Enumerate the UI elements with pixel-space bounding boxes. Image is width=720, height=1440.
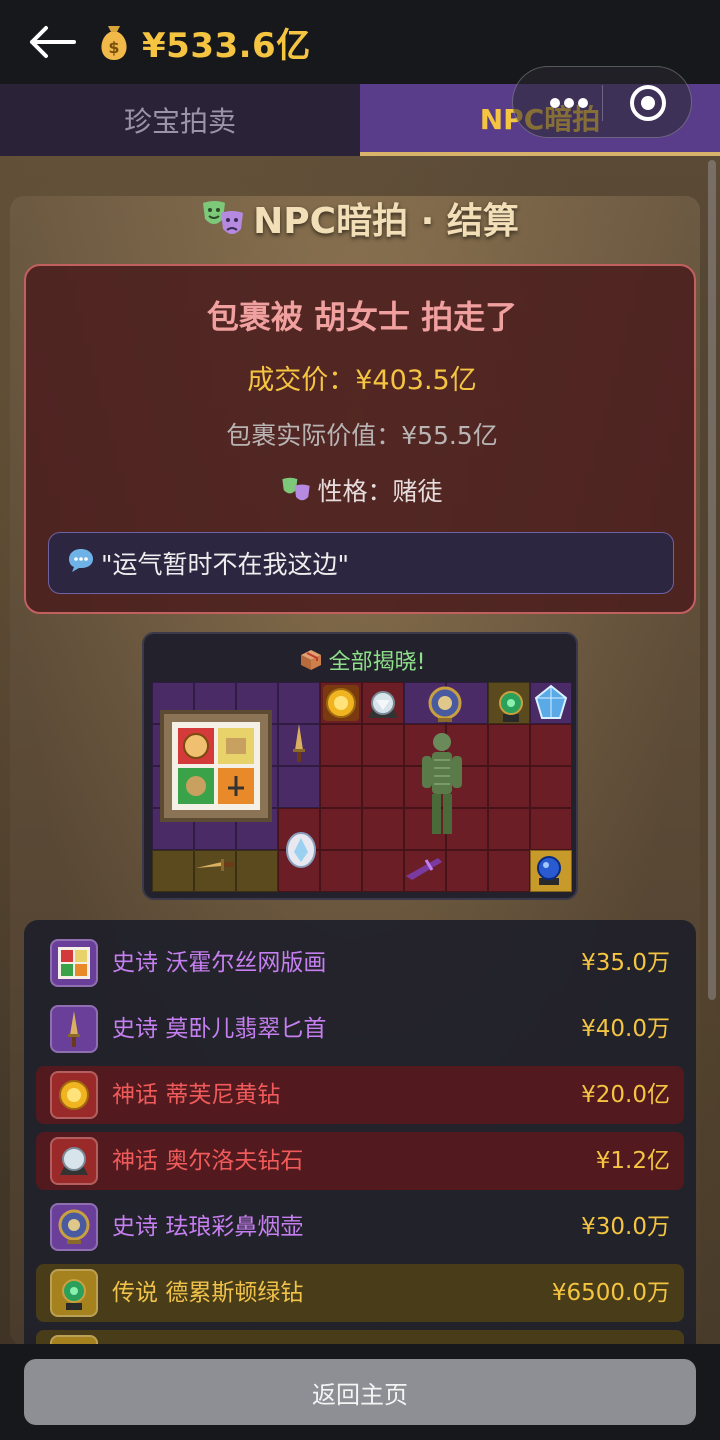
list-item[interactable]: 传说 德累斯顿绿钻 ¥6500.0万 xyxy=(36,1264,684,1322)
item-name: 神话 蒂芙尼黄钻 xyxy=(112,1082,281,1108)
item-price: ¥20.0亿 xyxy=(581,1082,670,1108)
item-price: ¥35.0万 xyxy=(581,950,670,976)
list-item[interactable]: 神话 蒂芙尼黄钻 ¥20.0亿 xyxy=(36,1066,684,1124)
list-item[interactable]: 史诗 珐琅彩鼻烟壶 ¥30.0万 xyxy=(36,1198,684,1256)
npc-quote-box: "运气暂时不在我这边" xyxy=(48,532,674,594)
green-diamond-item[interactable] xyxy=(494,686,528,724)
settlement-title-text: NPC暗拍 · 结算 xyxy=(253,201,519,242)
list-item[interactable]: 史诗 沃霍尔丝网版画 ¥35.0万 xyxy=(36,934,684,992)
item-price: ¥1.2亿 xyxy=(595,1148,670,1174)
settlement-scroll-area[interactable]: NPC暗拍 · 结算 包裹被 胡女士 拍走了 成交价：¥403.5亿 包裹实际价… xyxy=(0,156,720,1344)
npc-quote: "运气暂时不在我这边" xyxy=(101,550,349,579)
scrollbar[interactable] xyxy=(708,160,716,1000)
back-button[interactable] xyxy=(24,22,80,62)
winner-text: 包裹被 胡女士 拍走了 xyxy=(206,298,518,336)
auction-result-panel: 包裹被 胡女士 拍走了 成交价：¥403.5亿 包裹实际价值：¥55.5亿 性格… xyxy=(24,264,696,614)
money-bag-icon: $ xyxy=(96,22,132,62)
personality-text: 性格：赌徒 xyxy=(317,477,443,506)
item-name: 史诗 莫卧儿翡翠匕首 xyxy=(112,1016,327,1042)
sapphire-item[interactable] xyxy=(530,850,568,888)
balance-value: ¥533.6亿 xyxy=(142,26,311,66)
speech-bubble-icon xyxy=(67,547,95,579)
npc-personality: 性格：赌徒 xyxy=(26,472,698,510)
item-name: 传说 德累斯顿绿钻 xyxy=(112,1280,304,1306)
yellow-diamond-item[interactable] xyxy=(322,684,360,722)
item-list-panel[interactable]: 史诗 沃霍尔丝网版画 ¥35.0万 史诗 莫卧儿翡翠匕首 ¥40.0万 神话 蒂… xyxy=(24,920,696,1344)
blue-crystal-item[interactable] xyxy=(532,684,570,722)
item-name: 史诗 珐琅彩鼻烟壶 xyxy=(112,1214,304,1240)
package-real-value: 包裹实际价值：¥55.5亿 xyxy=(226,421,498,450)
green-diamond-icon xyxy=(50,1269,98,1317)
snuff-bottle-item[interactable] xyxy=(426,684,464,724)
package-grid-panel: 全部揭晓! xyxy=(142,632,578,900)
return-home-button[interactable]: 返回主页 xyxy=(24,1359,696,1425)
miniprogram-capsule xyxy=(512,66,692,138)
theater-masks-icon xyxy=(281,476,311,510)
deal-price: 成交价：¥403.5亿 xyxy=(247,365,477,396)
reveal-title: 全部揭晓! xyxy=(144,644,580,678)
dagger-icon xyxy=(50,1005,98,1053)
silkscreen-print-icon xyxy=(50,939,98,987)
package-box-icon xyxy=(299,648,323,678)
silkscreen-print-item[interactable] xyxy=(160,710,272,822)
orlov-diamond-icon xyxy=(50,1137,98,1185)
list-item[interactable]: 史诗 莫卧儿翡翠匕首 ¥40.0万 xyxy=(36,1000,684,1058)
theater-masks-icon xyxy=(201,199,245,248)
orlov-diamond-item[interactable] xyxy=(364,688,402,722)
target-circle-icon[interactable] xyxy=(629,84,667,122)
capsule-divider xyxy=(602,85,603,121)
terracotta-warrior-item[interactable] xyxy=(414,730,470,842)
small-dagger-item[interactable] xyxy=(194,856,236,874)
item-price: ¥30.0万 xyxy=(581,1214,670,1240)
list-item[interactable]: 神话 奥尔洛夫钻石 ¥1.2亿 xyxy=(36,1132,684,1190)
item-price: ¥6500.0万 xyxy=(551,1280,670,1306)
arrow-left-icon xyxy=(30,26,76,58)
item-name: 神话 奥尔洛夫钻石 xyxy=(112,1148,304,1174)
snuff-bottle-icon xyxy=(50,1203,98,1251)
reveal-title-text: 全部揭晓! xyxy=(328,650,426,675)
yellow-diamond-icon xyxy=(50,1071,98,1119)
svg-text:$: $ xyxy=(108,38,119,57)
purple-relic-item[interactable] xyxy=(402,852,446,882)
enamel-medallion-item[interactable] xyxy=(284,830,318,870)
emerald-dagger-item[interactable] xyxy=(289,722,309,764)
list-item[interactable] xyxy=(36,1330,684,1344)
tab-treasure-auction[interactable]: 珍宝拍卖 xyxy=(0,84,360,156)
item-name: 史诗 沃霍尔丝网版画 xyxy=(112,950,327,976)
more-dots-icon[interactable] xyxy=(549,91,589,115)
bottom-bar: 返回主页 xyxy=(0,1344,720,1440)
item-price: ¥40.0万 xyxy=(581,1016,670,1042)
item-icon xyxy=(50,1335,98,1344)
settlement-title: NPC暗拍 · 结算 xyxy=(0,192,720,248)
